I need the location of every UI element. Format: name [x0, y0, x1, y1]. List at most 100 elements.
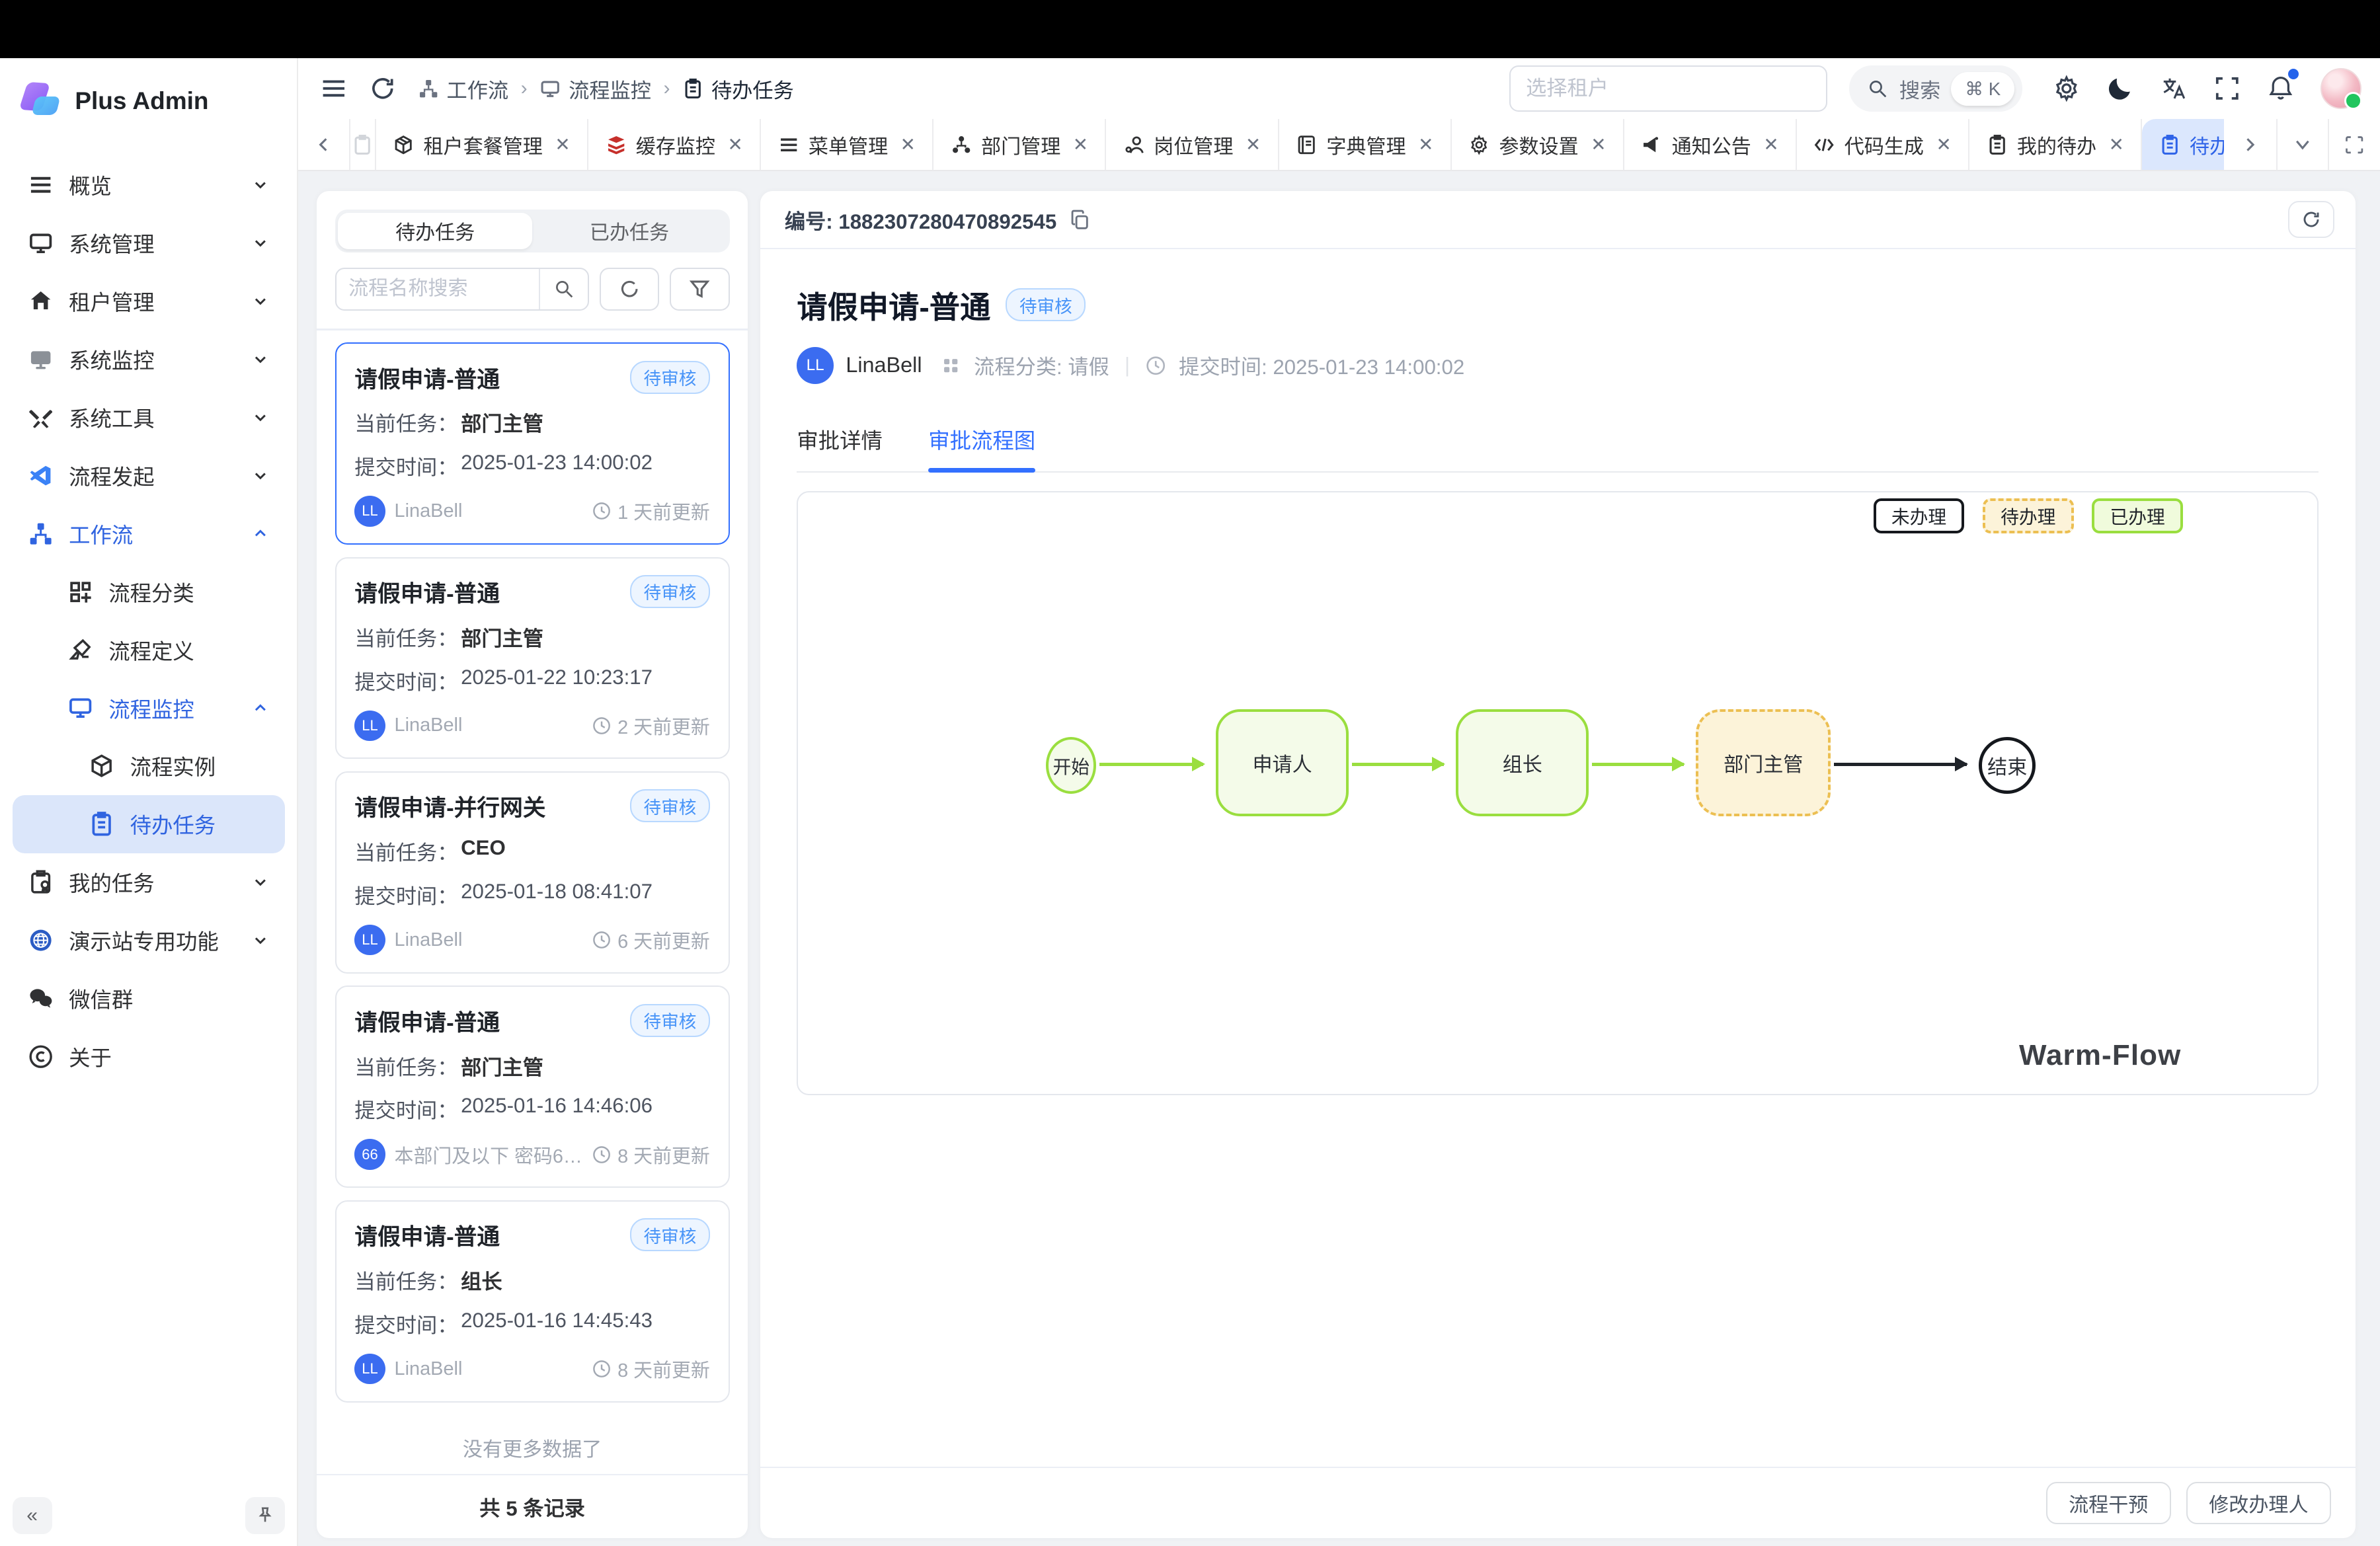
- tab-approval-detail[interactable]: 审批详情: [797, 424, 883, 471]
- close-icon[interactable]: ✕: [1936, 134, 1951, 155]
- task-card[interactable]: 请假申请-普通 待审核 当前任务：部门主管 提交时间：2025-01-22 10…: [335, 557, 730, 759]
- task-card[interactable]: 请假申请-普通 待审核 当前任务：部门主管 提交时间：2025-01-16 14…: [335, 986, 730, 1188]
- clock-icon: [592, 1145, 612, 1165]
- notifications-bell-icon[interactable]: [2267, 75, 2295, 102]
- org-chart-icon: [28, 521, 54, 547]
- sidebar-item-tenant-admin[interactable]: 租户管理: [13, 272, 285, 330]
- tab-notice[interactable]: 通知公告✕: [1624, 119, 1797, 170]
- refresh-icon[interactable]: [369, 75, 397, 102]
- sidebar-item-system-admin[interactable]: 系统管理: [13, 214, 285, 272]
- legend-not-handled: 未办理: [1874, 498, 1965, 533]
- task-card[interactable]: 请假申请-普通 待审核 当前任务：组长 提交时间：2025-01-16 14:4…: [335, 1200, 730, 1403]
- app-logo-icon: [21, 83, 61, 120]
- fullscreen-icon[interactable]: [2213, 75, 2241, 102]
- breadcrumb-separator: ›: [521, 77, 528, 100]
- user-avatar[interactable]: [2320, 68, 2361, 109]
- flow-node-end[interactable]: 结束: [1979, 737, 2036, 794]
- copy-icon[interactable]: [1069, 209, 1090, 230]
- flow-chart-canvas[interactable]: 未办理 待办理 已办理 开始 申请人 组长 部门主管: [797, 491, 2319, 1095]
- tab-code-gen[interactable]: 代码生成✕: [1797, 119, 1969, 170]
- tab-post-admin[interactable]: 岗位管理✕: [1106, 119, 1279, 170]
- sidebar-item-process-category[interactable]: 流程分类: [13, 562, 285, 621]
- close-icon[interactable]: ✕: [1418, 134, 1433, 155]
- sidebar-item-about[interactable]: 关于: [13, 1028, 285, 1086]
- sidebar-pin-button[interactable]: [245, 1497, 285, 1534]
- tabs-scroll-right-button[interactable]: [2224, 119, 2276, 170]
- search-submit-button[interactable]: [539, 269, 588, 309]
- tenant-select-input[interactable]: [1509, 65, 1827, 111]
- tab-tenant-package[interactable]: 租户套餐管理✕: [376, 119, 588, 170]
- close-icon[interactable]: ✕: [1591, 134, 1606, 155]
- tab-todo-tasks[interactable]: 待办任务✕: [2142, 119, 2224, 170]
- segment-done-tasks[interactable]: 已办任务: [532, 213, 727, 250]
- tab-department-admin[interactable]: 部门管理✕: [933, 119, 1106, 170]
- tab-clipped[interactable]: ✕: [350, 119, 376, 170]
- refresh-icon: [619, 278, 640, 299]
- no-more-data-text: 没有更多数据了: [335, 1414, 730, 1462]
- translate-icon[interactable]: [2160, 75, 2188, 102]
- process-intervene-button[interactable]: 流程干预: [2046, 1482, 2171, 1525]
- sidebar-item-my-tasks[interactable]: 我的任务: [13, 853, 285, 911]
- sidebar-item-process-instance[interactable]: 流程实例: [13, 737, 285, 795]
- dark-mode-moon-icon[interactable]: [2106, 75, 2134, 102]
- segment-todo-tasks[interactable]: 待办任务: [338, 213, 532, 250]
- sidebar-item-process-definition[interactable]: 流程定义: [13, 621, 285, 679]
- task-card[interactable]: 请假申请-普通 待审核 当前任务：部门主管 提交时间：2025-01-23 14…: [335, 342, 730, 545]
- submit-time: 提交时间: 2025-01-23 14:00:02: [1179, 350, 1464, 380]
- chevron-down-icon: [251, 350, 270, 369]
- close-icon[interactable]: ✕: [1763, 134, 1778, 155]
- process-name-search-input[interactable]: [337, 278, 539, 300]
- breadcrumb-workflow[interactable]: 工作流: [418, 74, 509, 104]
- avatar: LL: [354, 711, 385, 741]
- task-card-list: 请假申请-普通 待审核 当前任务：部门主管 提交时间：2025-01-23 14…: [317, 330, 748, 1475]
- settings-gear-icon[interactable]: [2053, 75, 2081, 102]
- breadcrumb-todo-tasks[interactable]: 待办任务: [682, 74, 794, 104]
- tab-menu-admin[interactable]: 菜单管理✕: [761, 119, 933, 170]
- sidebar-item-todo-tasks[interactable]: 待办任务: [13, 795, 285, 853]
- flow-node-applicant[interactable]: 申请人: [1216, 709, 1349, 816]
- tab-my-todo[interactable]: 我的待办✕: [1969, 119, 2142, 170]
- task-card[interactable]: 请假申请-并行网关 待审核 当前任务：CEO 提交时间：2025-01-18 0…: [335, 771, 730, 974]
- close-icon[interactable]: ✕: [2109, 134, 2124, 155]
- tab-param-settings[interactable]: 参数设置✕: [1452, 119, 1624, 170]
- tabs-dropdown-button[interactable]: [2276, 119, 2328, 170]
- sidebar-item-system-tools[interactable]: 系统工具: [13, 389, 285, 447]
- global-search-button[interactable]: 搜索 ⌘ K: [1849, 65, 2022, 111]
- tab-cache-monitor[interactable]: 缓存监控✕: [588, 119, 761, 170]
- close-icon[interactable]: ✕: [900, 134, 916, 155]
- sidebar-item-process-monitor[interactable]: 流程监控: [13, 679, 285, 737]
- close-icon[interactable]: ✕: [728, 134, 743, 155]
- app-logo[interactable]: Plus Admin: [0, 58, 297, 135]
- chevron-up-icon: [251, 699, 270, 717]
- flow-arrow: [1834, 763, 1967, 766]
- hamburger-menu-icon[interactable]: [320, 75, 348, 102]
- flow-node-start[interactable]: 开始: [1046, 737, 1096, 794]
- flow-node-team-leader[interactable]: 组长: [1456, 709, 1589, 816]
- tabs-scroll-left-button[interactable]: [298, 119, 350, 170]
- filter-button[interactable]: [670, 268, 729, 311]
- detail-refresh-button[interactable]: [2288, 201, 2334, 238]
- close-icon[interactable]: ✕: [1073, 134, 1088, 155]
- change-assignee-button[interactable]: 修改办理人: [2186, 1482, 2331, 1525]
- search-icon: [1867, 78, 1888, 99]
- flow-node-dept-manager[interactable]: 部门主管: [1696, 709, 1831, 816]
- tab-dict-admin[interactable]: 字典管理✕: [1279, 119, 1452, 170]
- sidebar-item-system-monitor[interactable]: 系统监控: [13, 330, 285, 389]
- close-icon[interactable]: ✕: [555, 134, 570, 155]
- search-icon: [553, 278, 575, 299]
- sidebar-item-workflow[interactable]: 工作流: [13, 504, 285, 562]
- content-fullscreen-button[interactable]: [2328, 119, 2380, 170]
- tools-icon: [28, 405, 54, 430]
- breadcrumb-process-monitor[interactable]: 流程监控: [539, 74, 651, 104]
- legend-done: 已办理: [2092, 498, 2183, 533]
- reset-button[interactable]: [600, 268, 659, 311]
- sidebar-item-wechat-group[interactable]: 微信群: [13, 970, 285, 1028]
- sidebar-item-overview[interactable]: 概览: [13, 156, 285, 214]
- sidebar-item-process-start[interactable]: 流程发起: [13, 446, 285, 504]
- close-icon[interactable]: ✕: [1246, 134, 1261, 155]
- sidebar-item-demo-features[interactable]: 演示站专用功能: [13, 911, 285, 970]
- task-list-panel: 待办任务 已办任务: [317, 191, 748, 1538]
- tab-approval-flowchart[interactable]: 审批流程图: [928, 424, 1035, 471]
- chevron-down-icon: [251, 931, 270, 950]
- sidebar-collapse-button[interactable]: «: [13, 1497, 52, 1534]
